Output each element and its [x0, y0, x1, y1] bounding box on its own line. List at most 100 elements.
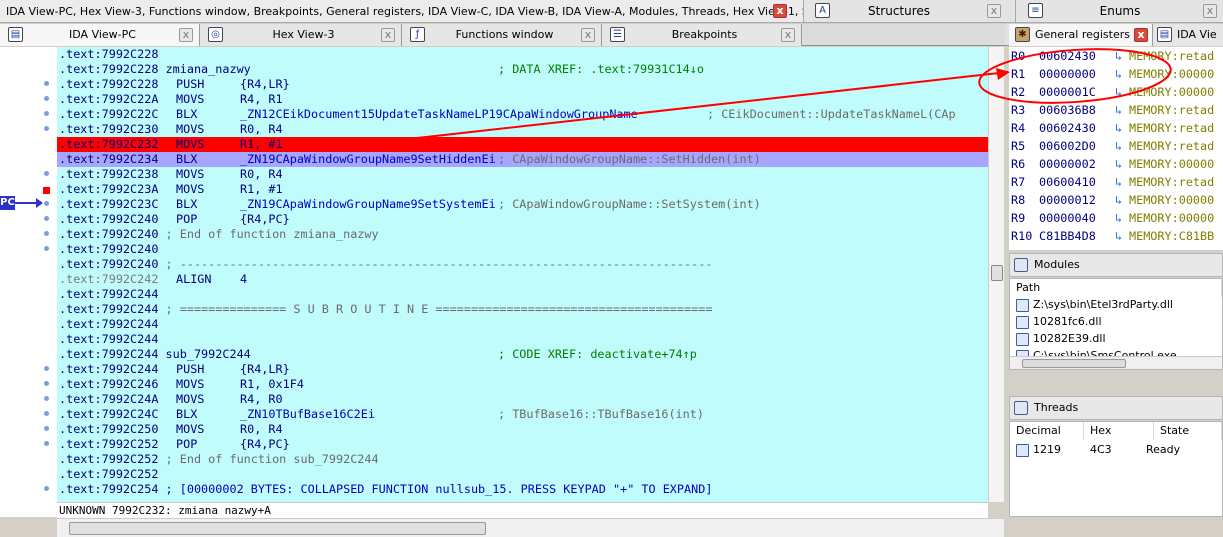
column-header-decimal[interactable]: Decimal — [1010, 422, 1084, 440]
address[interactable]: .text:7992C240 — [57, 212, 158, 226]
address[interactable]: .text:7992C244 — [57, 362, 158, 376]
line-dot-icon[interactable] — [44, 486, 49, 491]
line-dot-icon[interactable] — [44, 246, 49, 251]
code-line[interactable]: .text:7992C242 ALIGN 4 — [57, 272, 988, 287]
close-window-icon[interactable]: x — [773, 4, 787, 18]
disassembly-horizontal-scrollbar[interactable] — [57, 518, 1004, 537]
code-line[interactable]: .text:7992C228 PUSH {R4,LR} — [57, 77, 988, 92]
tab-ida-view-pc[interactable]: ▤ IDA View-PC x — [0, 24, 200, 46]
address[interactable]: .text:7992C23C — [57, 197, 158, 211]
xref-comment[interactable]: ; DATA XREF: .text:79931C14↓o — [498, 62, 704, 77]
breakpoint-gutter[interactable]: PC — [0, 47, 57, 517]
symbol[interactable]: _ZN19CApaWindowGroupName9SetHiddenEi — [240, 152, 496, 166]
tab-functions-window[interactable]: ƒ Functions window x — [402, 24, 602, 46]
register-value[interactable]: 00602430 — [1039, 47, 1115, 65]
jump-arrow-icon[interactable]: ↳ — [1115, 155, 1129, 173]
code-line[interactable]: .text:7992C244 sub_7992C244 ; CODE XREF: … — [57, 347, 988, 362]
jump-arrow-icon[interactable]: ↳ — [1115, 119, 1129, 137]
threads-list[interactable]: Decimal Hex State 1219 4C3 Ready — [1009, 421, 1223, 517]
jump-arrow-icon[interactable]: ↳ — [1115, 191, 1129, 209]
register-row[interactable]: R5 006002D0 ↳ MEMORY:retad — [1011, 137, 1214, 155]
line-dot-icon[interactable] — [44, 441, 49, 446]
code-line[interactable]: .text:7992C22C BLX _ZN12CEikDocument15Upd… — [57, 107, 988, 122]
close-tab-icon[interactable]: x — [1134, 28, 1148, 42]
line-dot-icon[interactable] — [44, 396, 49, 401]
address[interactable]: .text:7992C234 — [57, 152, 158, 166]
jump-arrow-icon[interactable]: ↳ — [1115, 47, 1129, 65]
register-row[interactable]: R2 0000001C ↳ MEMORY:00000 — [1011, 83, 1214, 101]
address[interactable]: .text:7992C24A — [57, 392, 158, 406]
code-line[interactable]: .text:7992C24C BLX _ZN10TBufBase16C2Ei ; T… — [57, 407, 988, 422]
register-value[interactable]: C81BB4D8 — [1039, 227, 1115, 245]
symbol[interactable]: _ZN10TBufBase16C2Ei — [240, 407, 375, 421]
address[interactable]: .text:7992C22A — [57, 92, 158, 106]
code-line[interactable]: .text:7992C228 — [57, 47, 988, 62]
register-value[interactable]: 00602430 — [1039, 119, 1115, 137]
code-line[interactable]: .text:7992C230 MOVS R0, R4 — [57, 122, 988, 137]
code-line[interactable]: .text:7992C238 MOVS R0, R4 — [57, 167, 988, 182]
address[interactable]: .text:7992C240 — [57, 242, 158, 256]
address[interactable]: .text:7992C238 — [57, 167, 158, 181]
address[interactable]: .text:7992C23A — [57, 182, 158, 196]
line-dot-icon[interactable] — [44, 96, 49, 101]
register-value[interactable]: 00000002 — [1039, 155, 1115, 173]
address[interactable]: .text:7992C242 — [57, 272, 158, 286]
address[interactable]: .text:7992C228 — [57, 47, 158, 61]
column-header-state[interactable]: State — [1154, 422, 1222, 440]
register-row[interactable]: R8 00000012 ↳ MEMORY:00000 — [1011, 191, 1214, 209]
line-dot-icon[interactable] — [44, 111, 49, 116]
address[interactable]: .text:7992C254 — [57, 482, 158, 496]
line-dot-icon[interactable] — [44, 216, 49, 221]
address[interactable]: .text:7992C228 — [57, 62, 158, 76]
jump-arrow-icon[interactable]: ↳ — [1115, 83, 1129, 101]
scrollbar-thumb[interactable] — [991, 265, 1003, 281]
disassembly-vertical-scrollbar[interactable] — [988, 47, 1004, 502]
address[interactable]: .text:7992C244 — [57, 317, 158, 331]
code-line[interactable]: .text:7992C244 ; =============== S U B R… — [57, 302, 988, 317]
close-tab-icon[interactable]: x — [581, 28, 595, 42]
address[interactable]: .text:7992C250 — [57, 422, 158, 436]
jump-arrow-icon[interactable]: ↳ — [1115, 173, 1129, 191]
general-registers-panel[interactable]: R0 00602430 ↳ MEMORY:retad R1 00000000 ↳ MEMORY… — [1009, 47, 1223, 250]
code-line[interactable]: .text:7992C244 — [57, 317, 988, 332]
line-dot-icon[interactable] — [44, 426, 49, 431]
code-line[interactable]: .text:7992C254 ; [00000002 BYTES: COLLAP… — [57, 482, 988, 497]
address[interactable]: .text:7992C228 — [57, 77, 158, 91]
tab-hex-view-3[interactable]: ◎ Hex View-3 x — [200, 24, 402, 46]
symbol[interactable]: _ZN12CEikDocument15UpdateTaskNameLP19CAp… — [240, 107, 638, 121]
structures-tab[interactable]: A Structures x — [803, 0, 1015, 23]
line-dot-icon[interactable] — [44, 81, 49, 86]
register-row[interactable]: R4 00602430 ↳ MEMORY:retad — [1011, 119, 1214, 137]
disassembly-view[interactable]: .text:7992C228 .text:7992C228 zmiana_nazw… — [57, 47, 988, 502]
close-enums-icon[interactable]: x — [1203, 4, 1217, 18]
enums-tab[interactable]: ≡ Enums x — [1015, 0, 1223, 23]
address[interactable]: .text:7992C244 — [57, 332, 158, 346]
register-row[interactable]: R1 00000000 ↳ MEMORY:00000 — [1011, 65, 1214, 83]
line-dot-icon[interactable] — [44, 171, 49, 176]
address[interactable]: .text:7992C252 — [57, 452, 158, 466]
register-row[interactable]: R6 00000002 ↳ MEMORY:00000 — [1011, 155, 1214, 173]
breakpoint-line[interactable]: .text:7992C232 MOVS R1, #1 — [57, 137, 988, 152]
scrollbar-thumb[interactable] — [1022, 359, 1126, 368]
address[interactable]: .text:7992C230 — [57, 122, 158, 136]
register-row[interactable]: R9 00000040 ↳ MEMORY:00000 — [1011, 209, 1214, 227]
column-header-path[interactable]: Path — [1010, 279, 1222, 297]
list-item[interactable]: 10281fc6.dll — [1016, 314, 1102, 330]
address[interactable]: .text:7992C240 — [57, 257, 158, 271]
address[interactable]: .text:7992C22C — [57, 107, 158, 121]
code-line[interactable]: .text:7992C240 ; -----------------------… — [57, 257, 988, 272]
register-row[interactable]: R0 00602430 ↳ MEMORY:retad — [1011, 47, 1214, 65]
register-value[interactable]: 00000012 — [1039, 191, 1115, 209]
collapsed-function[interactable]: ; [00000002 BYTES: COLLAPSED FUNCTION nu… — [166, 482, 713, 496]
tab-breakpoints[interactable]: ☰ Breakpoints x — [602, 24, 802, 46]
address[interactable]: .text:7992C244 — [57, 347, 158, 361]
register-value[interactable]: 0000001C — [1039, 83, 1115, 101]
breakpoint-marker-icon[interactable] — [43, 187, 50, 194]
code-line[interactable]: .text:7992C240 ; End of function zmiana_… — [57, 227, 988, 242]
column-header-hex[interactable]: Hex — [1084, 422, 1154, 440]
register-value[interactable]: 00000040 — [1039, 209, 1115, 227]
jump-arrow-icon[interactable]: ↳ — [1115, 65, 1129, 83]
modules-list[interactable]: Path Z:\sys\bin\Etel3rdParty.dll 10281fc… — [1009, 278, 1223, 370]
function-label[interactable]: sub_7992C244 — [166, 347, 251, 361]
code-line[interactable]: .text:7992C246 MOVS R1, 0x1F4 — [57, 377, 988, 392]
